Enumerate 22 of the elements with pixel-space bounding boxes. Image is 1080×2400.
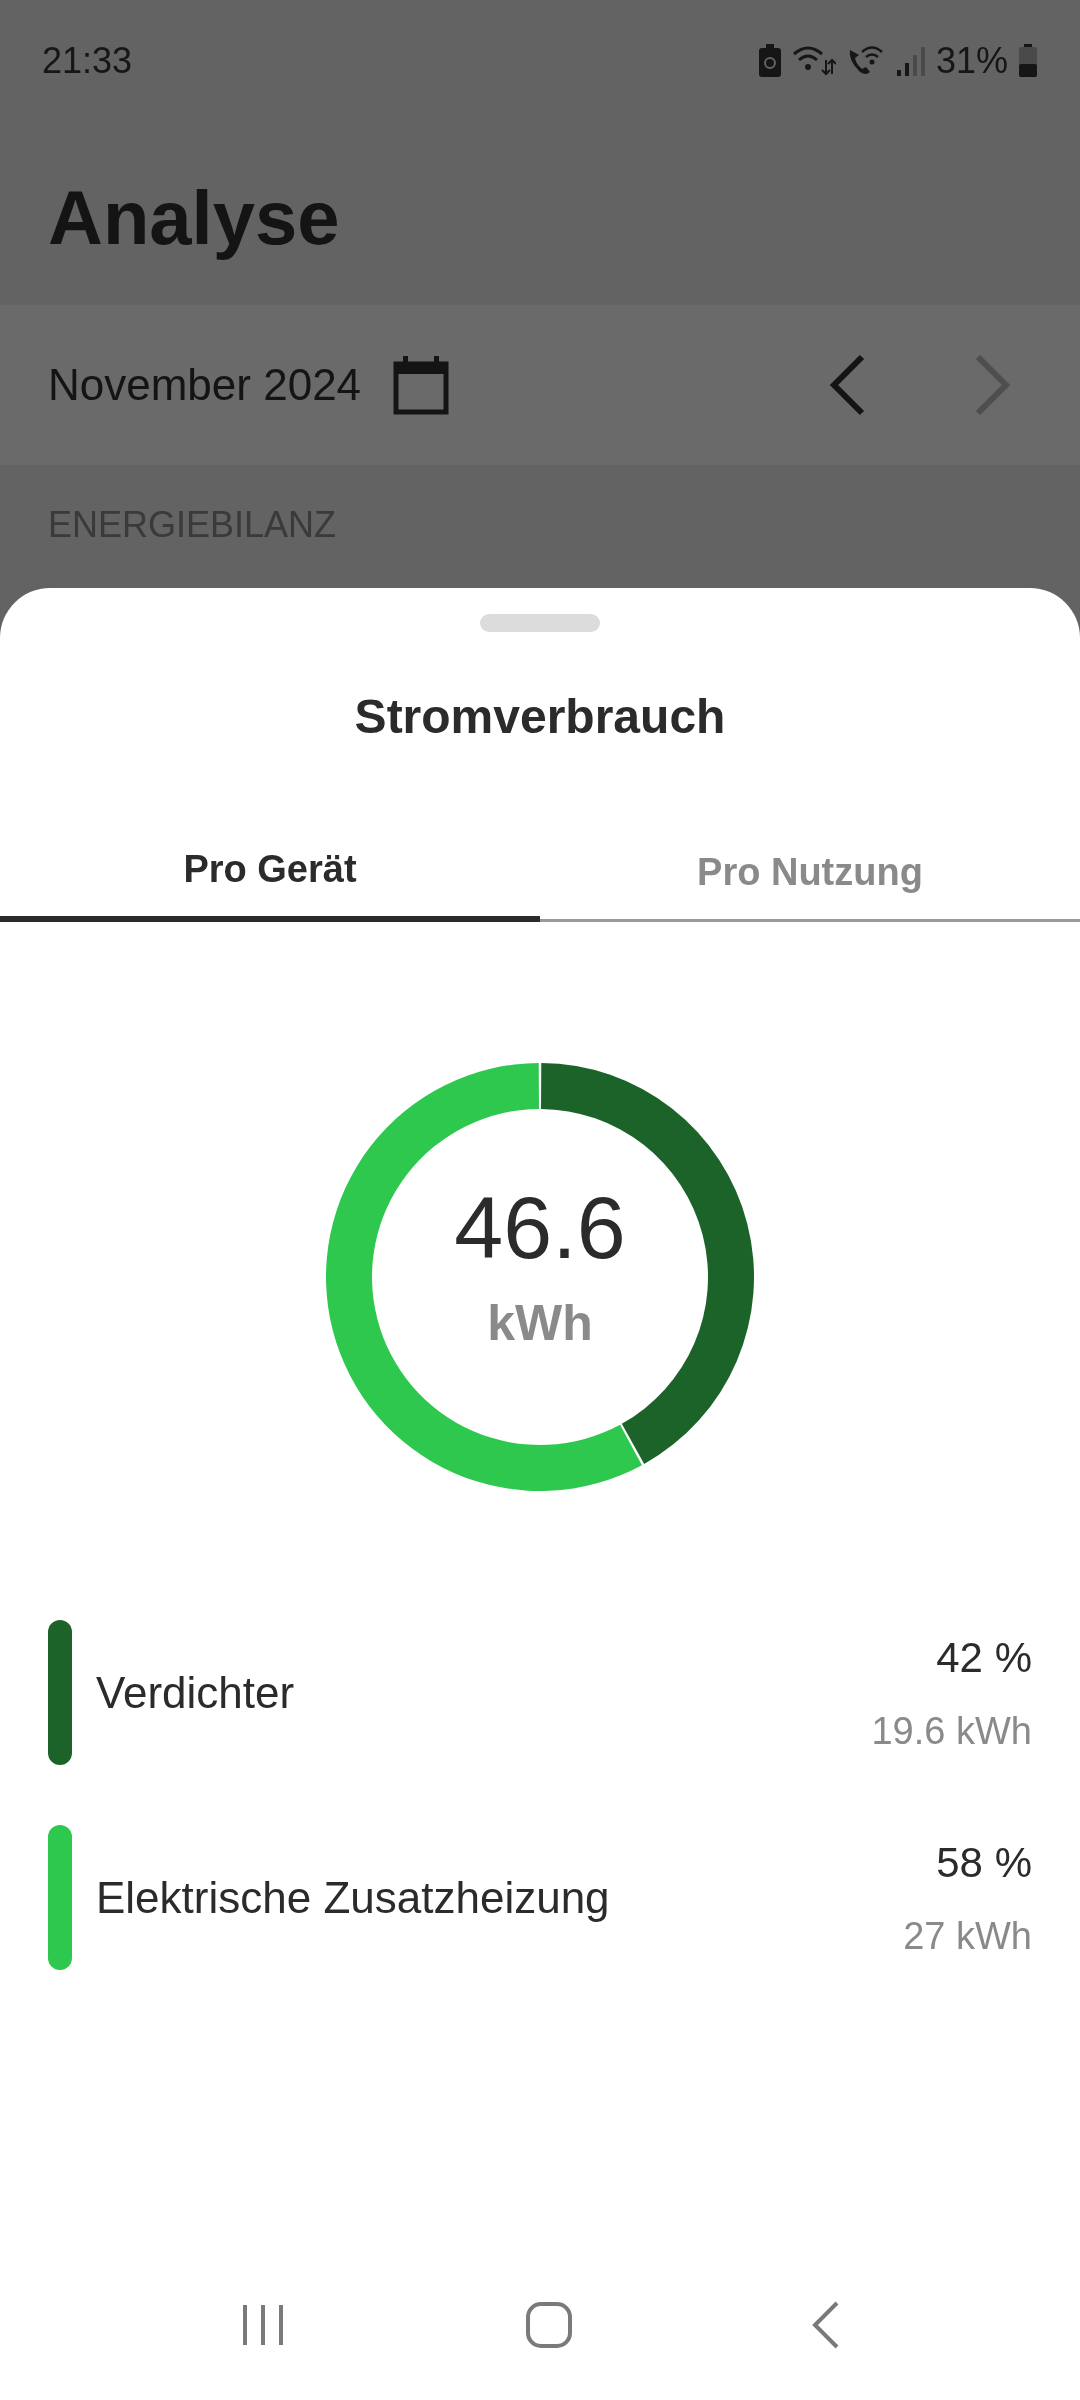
legend-percent: 58 % bbox=[936, 1837, 1032, 1888]
period-label: November 2024 bbox=[48, 359, 362, 411]
total-value: 46.6 bbox=[454, 1183, 626, 1272]
tab[interactable]: Pro Gerät bbox=[0, 822, 540, 922]
sheet-title: Stromverbrauch bbox=[354, 689, 726, 745]
page-title: Analyse bbox=[48, 173, 340, 262]
drag-handle[interactable] bbox=[480, 614, 600, 632]
battery-saver-icon bbox=[757, 44, 782, 78]
legend-energy: 27 kWh bbox=[903, 1913, 1032, 1959]
legend-label: Elektrische Zusatzheizung bbox=[96, 1871, 610, 1924]
legend-energy: 19.6 kWh bbox=[871, 1708, 1032, 1754]
legend-percent: 42 % bbox=[936, 1632, 1032, 1683]
signal-icon bbox=[895, 44, 926, 78]
calendar-icon[interactable] bbox=[393, 355, 450, 415]
battery-percent: 31% bbox=[935, 39, 1008, 83]
total-unit: kWh bbox=[487, 1293, 593, 1353]
legend-label: Verdichter bbox=[96, 1666, 295, 1719]
home-icon[interactable] bbox=[525, 2301, 573, 2349]
wifi-icon bbox=[791, 44, 836, 78]
status-time: 21:33 bbox=[42, 39, 133, 83]
back-icon[interactable] bbox=[811, 2301, 841, 2349]
battery-icon bbox=[1018, 44, 1038, 78]
